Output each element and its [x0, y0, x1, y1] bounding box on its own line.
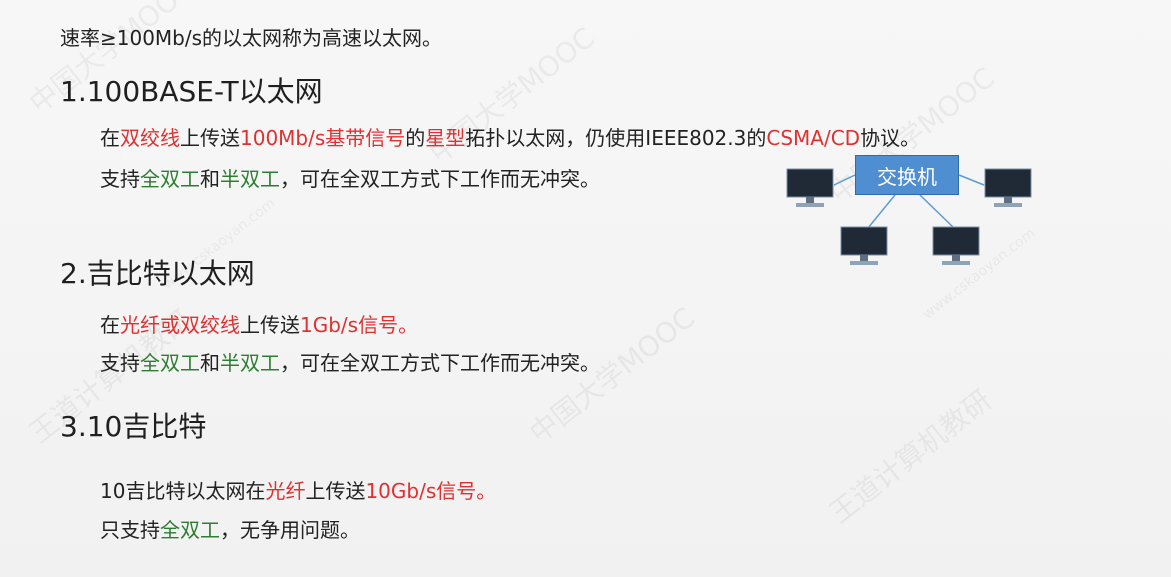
text-segment: 10吉比特以太网在: [100, 479, 266, 503]
computer-monitor-icon: [932, 226, 980, 268]
section-1-heading: 1.100BASE-T以太网: [60, 75, 323, 108]
switch-node: 交换机: [855, 155, 959, 195]
section-1-line-1: 在双绞线上传送100Mb/s基带信号的星型拓扑以太网，仍使用IEEE802.3的…: [100, 122, 920, 151]
text-segment: 支持: [100, 167, 140, 191]
section-3-line-2: 只支持全双工，无争用问题。: [100, 514, 360, 543]
text-segment: CSMA/CD: [766, 126, 861, 150]
section-2-line-1: 在光纤或双绞线上传送1Gb/s信号。: [100, 309, 418, 338]
section-3-line-1: 10吉比特以太网在光纤上传送10Gb/s信号。: [100, 475, 496, 504]
text-segment: ，可在全双工方式下工作而无冲突。: [280, 351, 600, 375]
computer-monitor-icon: [786, 168, 834, 210]
text-segment: 上传送: [305, 479, 366, 503]
text-segment: 1Gb/s信号。: [300, 313, 419, 337]
text-segment: 全双工: [140, 167, 200, 191]
intro-text: 速率≥100Mb/s的以太网称为高速以太网。: [60, 26, 443, 50]
text-segment: 在: [100, 313, 120, 337]
text-segment: 支持: [100, 351, 140, 375]
computer-monitor-icon: [840, 226, 888, 268]
text-segment: 10Gb/s信号。: [365, 479, 497, 503]
text-segment: 和: [200, 351, 220, 375]
text-segment: 全双工: [160, 518, 220, 542]
watermark-6: 王道计算机教研: [823, 383, 998, 530]
text-segment: 100Mb/s基带信号: [240, 126, 406, 150]
text-segment: 只支持: [100, 518, 160, 542]
text-segment: 和: [200, 167, 220, 191]
section-1-line-2: 支持全双工和半双工，可在全双工方式下工作而无冲突。: [100, 163, 600, 192]
text-segment: ，无争用问题。: [220, 518, 360, 542]
section-3-heading: 3.10吉比特: [60, 410, 207, 443]
section-2-line-2: 支持全双工和半双工，可在全双工方式下工作而无冲突。: [100, 347, 600, 376]
text-segment: 的: [405, 126, 426, 150]
text-segment: 光纤或双绞线: [120, 313, 240, 337]
text-segment: 协议。: [860, 126, 921, 150]
text-segment: ，可在全双工方式下工作而无冲突。: [280, 167, 600, 191]
text-segment: 星型: [425, 126, 466, 150]
text-segment: 上传送: [240, 313, 300, 337]
text-segment: 半双工: [220, 167, 280, 191]
text-segment: 半双工: [220, 351, 280, 375]
text-segment: 在: [100, 126, 120, 150]
section-2-heading: 2.吉比特以太网: [60, 257, 255, 290]
text-segment: 拓扑以太网，仍使用IEEE802.3的: [465, 126, 767, 150]
text-segment: 上传送: [180, 126, 240, 150]
switch-label: 交换机: [877, 164, 937, 189]
text-segment: 全双工: [140, 351, 200, 375]
text-segment: 双绞线: [120, 126, 180, 150]
computer-monitor-icon: [984, 168, 1032, 210]
text-segment: 光纤: [265, 479, 306, 503]
switch-topology-diagram: 交换机: [780, 150, 1040, 275]
slide: 中国大学MOOC 中国大学MOOC 中国大学MOOC 王道计算机教研 中国大学M…: [0, 0, 1171, 577]
